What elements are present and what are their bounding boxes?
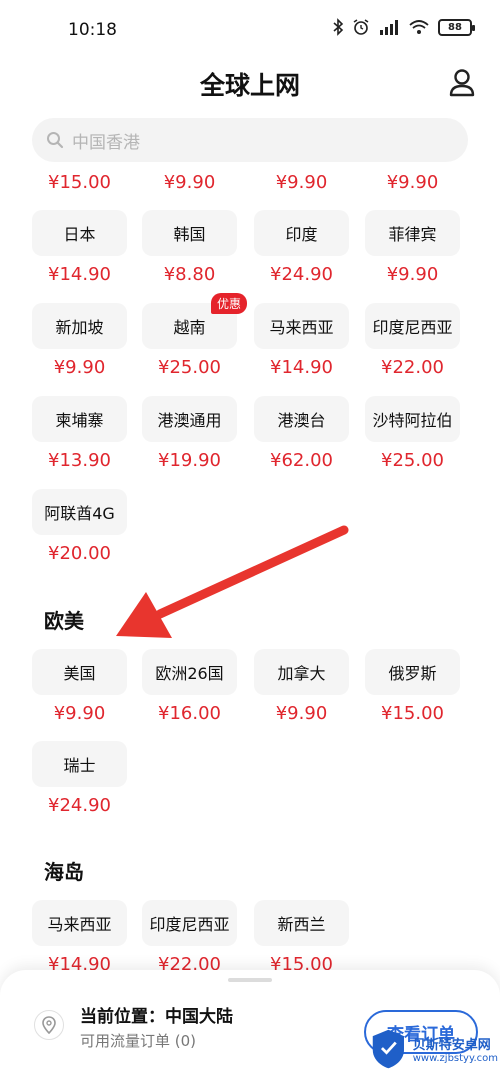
page: 10:18 88 全球上网 中国香港 ¥15.00 ¥9.90 ¥9.90 ¥9… <box>0 0 500 1084</box>
country-tile-malaysia-island[interactable]: 马来西亚 <box>32 900 127 946</box>
price-label: ¥9.90 <box>53 703 106 724</box>
country-name: 新西兰 <box>277 915 326 934</box>
search-placeholder: 中国香港 <box>72 132 140 153</box>
country-name: 瑞士 <box>63 756 96 775</box>
price-label: ¥9.90 <box>386 264 439 285</box>
country-name: 马来西亚 <box>269 318 334 337</box>
price-label: ¥25.00 <box>158 357 221 378</box>
country-tile-uae[interactable]: 阿联酋4G <box>32 489 127 535</box>
account-icon[interactable] <box>448 68 476 98</box>
price-label: ¥9.90 <box>163 172 216 193</box>
search-icon <box>47 132 64 149</box>
country-name: 俄罗斯 <box>388 664 437 683</box>
country-name: 柬埔寨 <box>55 411 104 430</box>
country-name: 马来西亚 <box>47 915 112 934</box>
page-title: 全球上网 <box>199 71 300 100</box>
country-tile-japan[interactable]: 日本 <box>32 210 127 256</box>
price-label: ¥8.80 <box>163 264 216 285</box>
country-name: 美国 <box>63 664 96 683</box>
country-tile-canada[interactable]: 加拿大 <box>254 649 349 695</box>
price-label: ¥16.00 <box>158 703 221 724</box>
price-label: ¥14.90 <box>270 357 333 378</box>
alarm-icon <box>353 19 369 35</box>
country-tile-malaysia[interactable]: 马来西亚 <box>254 303 349 349</box>
country-name: 欧洲26国 <box>155 664 224 683</box>
country-tile-new-zealand[interactable]: 新西兰 <box>254 900 349 946</box>
price-label: ¥9.90 <box>275 703 328 724</box>
country-name: 印度尼西亚 <box>149 915 230 934</box>
country-tile-usa[interactable]: 美国 <box>32 649 127 695</box>
price-label: ¥24.90 <box>48 795 111 816</box>
price-label: ¥62.00 <box>270 450 333 471</box>
signal-icon <box>380 20 398 35</box>
price-label: ¥15.00 <box>48 172 111 193</box>
country-name: 菲律宾 <box>388 225 437 244</box>
price-label: ¥20.00 <box>48 543 111 564</box>
country-name: 印度尼西亚 <box>372 318 453 337</box>
status-time: 10:18 <box>68 20 117 40</box>
country-name: 新加坡 <box>55 318 104 337</box>
price-label: ¥19.90 <box>158 450 221 471</box>
country-name: 日本 <box>63 225 96 244</box>
country-tile-saudi-arabia[interactable]: 沙特阿拉伯 <box>365 396 460 442</box>
country-tile-vietnam[interactable]: 越南 优惠 <box>142 293 247 349</box>
search-input[interactable]: 中国香港 <box>32 118 468 162</box>
country-name: 加拿大 <box>277 664 326 683</box>
watermark-url: www.zjbstyy.com <box>412 1053 498 1064</box>
country-name: 韩国 <box>173 225 206 244</box>
drag-handle[interactable] <box>228 978 272 982</box>
battery-icon: 88 <box>438 18 475 36</box>
watermark-logo-icon <box>372 1029 404 1069</box>
country-name: 阿联酋4G <box>44 504 115 523</box>
location-icon-wrap <box>34 1010 64 1040</box>
location-pin-icon <box>42 1016 56 1034</box>
country-tile-europe-26[interactable]: 欧洲26国 <box>142 649 237 695</box>
price-label: ¥14.90 <box>48 264 111 285</box>
country-name: 沙特阿拉伯 <box>372 411 453 430</box>
available-orders: 可用流量订单 (0) <box>80 1032 197 1050</box>
country-name: 越南 <box>173 318 206 337</box>
country-tile-india[interactable]: 印度 <box>254 210 349 256</box>
country-name: 印度 <box>285 225 318 244</box>
price-label: ¥9.90 <box>53 357 106 378</box>
country-tile-russia[interactable]: 俄罗斯 <box>365 649 460 695</box>
country-tile-korea[interactable]: 韩国 <box>142 210 237 256</box>
country-tile-cambodia[interactable]: 柬埔寨 <box>32 396 127 442</box>
country-tile-indonesia-island[interactable]: 印度尼西亚 <box>142 900 237 946</box>
price-label: ¥22.00 <box>381 357 444 378</box>
price-label: ¥9.90 <box>275 172 328 193</box>
bluetooth-icon <box>333 18 344 36</box>
country-tile-switzerland[interactable]: 瑞士 <box>32 741 127 787</box>
site-watermark: 贝斯特安卓网 www.zjbstyy.com <box>370 1016 498 1082</box>
price-label: ¥13.90 <box>48 450 111 471</box>
price-label: ¥15.00 <box>381 703 444 724</box>
country-tile-hk-macau-taiwan[interactable]: 港澳台 <box>254 396 349 442</box>
country-tile-indonesia[interactable]: 印度尼西亚 <box>365 303 460 349</box>
country-tile-singapore[interactable]: 新加坡 <box>32 303 127 349</box>
price-label: ¥24.90 <box>270 264 333 285</box>
discount-badge: 优惠 <box>210 293 247 314</box>
watermark-name: 贝斯特安卓网 <box>412 1038 491 1053</box>
country-tile-hk-macau[interactable]: 港澳通用 <box>142 396 237 442</box>
current-location: 当前位置：中国大陆 <box>80 1007 233 1027</box>
price-label: ¥25.00 <box>381 450 444 471</box>
price-label: ¥9.90 <box>386 172 439 193</box>
status-icons: 88 <box>332 18 475 36</box>
status-bar: 10:18 88 <box>0 0 500 60</box>
section-title-europe-america: 欧美 <box>44 609 84 633</box>
section-title-islands: 海岛 <box>44 860 84 884</box>
battery-level: 88 <box>448 21 462 33</box>
country-name: 港澳通用 <box>157 411 222 430</box>
country-name: 港澳台 <box>277 411 326 430</box>
country-tile-philippines[interactable]: 菲律宾 <box>365 210 460 256</box>
wifi-icon <box>409 20 429 34</box>
